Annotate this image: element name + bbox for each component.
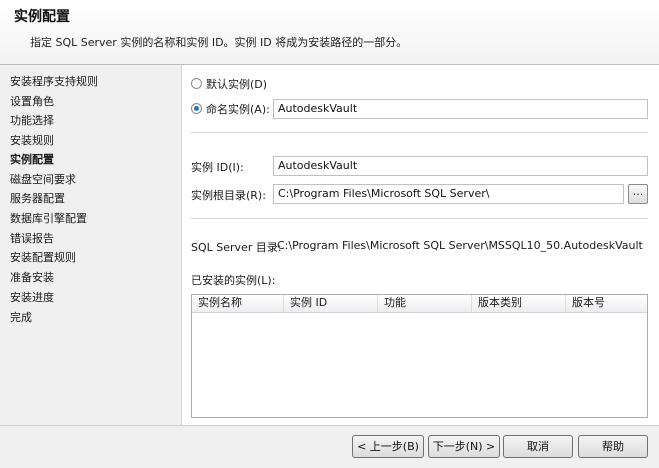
step-ready-to-install[interactable]: 准备安装 — [10, 269, 54, 287]
named-instance-label[interactable]: 命名实例(A): — [206, 101, 270, 117]
column-header-instance-name[interactable]: 实例名称 — [192, 295, 284, 312]
named-instance-radio[interactable] — [191, 103, 202, 114]
step-database-engine-configuration[interactable]: 数据库引擎配置 — [10, 210, 87, 228]
next-button[interactable]: 下一步(N) > — [428, 435, 500, 458]
instance-id-label: 实例 ID(I): — [191, 161, 244, 174]
step-disk-space-requirements[interactable]: 磁盘空间要求 — [10, 171, 76, 189]
installed-instances-list[interactable]: 实例名称 实例 ID 功能 版本类别 版本号 — [191, 294, 648, 418]
column-header-instance-id[interactable]: 实例 ID — [284, 295, 378, 312]
installed-instances-label: 已安装的实例(L): — [191, 274, 276, 287]
step-installation-rules[interactable]: 安装规则 — [10, 132, 54, 150]
instance-root-label: 实例根目录(R): — [191, 189, 266, 202]
cancel-button[interactable]: 取消 — [503, 435, 573, 458]
page-description: 指定 SQL Server 实例的名称和实例 ID。实例 ID 将成为安装路径的… — [30, 36, 408, 49]
step-setup-support-rules[interactable]: 安装程序支持规则 — [10, 73, 98, 91]
back-button[interactable]: < 上一步(B) — [352, 435, 424, 458]
sql-server-directory-value: C:\Program Files\Microsoft SQL Server\MS… — [277, 239, 643, 252]
step-setup-role[interactable]: 设置角色 — [10, 93, 54, 111]
named-instance-input[interactable]: AutodeskVault — [273, 99, 648, 119]
default-instance-radio[interactable] — [191, 78, 202, 89]
page-header: 实例配置 指定 SQL Server 实例的名称和实例 ID。实例 ID 将成为… — [0, 0, 659, 65]
step-installation-progress[interactable]: 安装进度 — [10, 289, 54, 307]
step-feature-selection[interactable]: 功能选择 — [10, 112, 54, 130]
column-header-edition[interactable]: 版本类别 — [472, 295, 566, 312]
divider — [191, 132, 648, 133]
step-server-configuration[interactable]: 服务器配置 — [10, 190, 65, 208]
column-header-features[interactable]: 功能 — [378, 295, 472, 312]
step-installation-configuration-rules[interactable]: 安装配置规则 — [10, 249, 76, 267]
column-header-version[interactable]: 版本号 — [566, 295, 647, 312]
steps-sidebar: 安装程序支持规则 设置角色 功能选择 安装规则 实例配置 磁盘空间要求 服务器配… — [0, 65, 182, 425]
wizard-footer: < 上一步(B) 下一步(N) > 取消 帮助 — [0, 425, 659, 468]
step-complete[interactable]: 完成 — [10, 309, 32, 327]
instance-config-panel: 默认实例(D) 命名实例(A): AutodeskVault 实例 ID(I):… — [182, 65, 659, 425]
divider — [191, 218, 648, 219]
instance-root-input[interactable]: C:\Program Files\Microsoft SQL Server\ — [273, 184, 624, 204]
step-error-reporting[interactable]: 错误报告 — [10, 230, 54, 248]
page-title: 实例配置 — [14, 9, 70, 25]
list-header: 实例名称 实例 ID 功能 版本类别 版本号 — [192, 295, 647, 313]
instance-id-input[interactable]: AutodeskVault — [273, 156, 648, 176]
help-button[interactable]: 帮助 — [578, 435, 648, 458]
browse-button[interactable]: ... — [628, 184, 648, 204]
sql-server-directory-label: SQL Server 目录: — [191, 241, 282, 254]
step-instance-configuration[interactable]: 实例配置 — [10, 151, 54, 169]
default-instance-label[interactable]: 默认实例(D) — [206, 76, 267, 92]
